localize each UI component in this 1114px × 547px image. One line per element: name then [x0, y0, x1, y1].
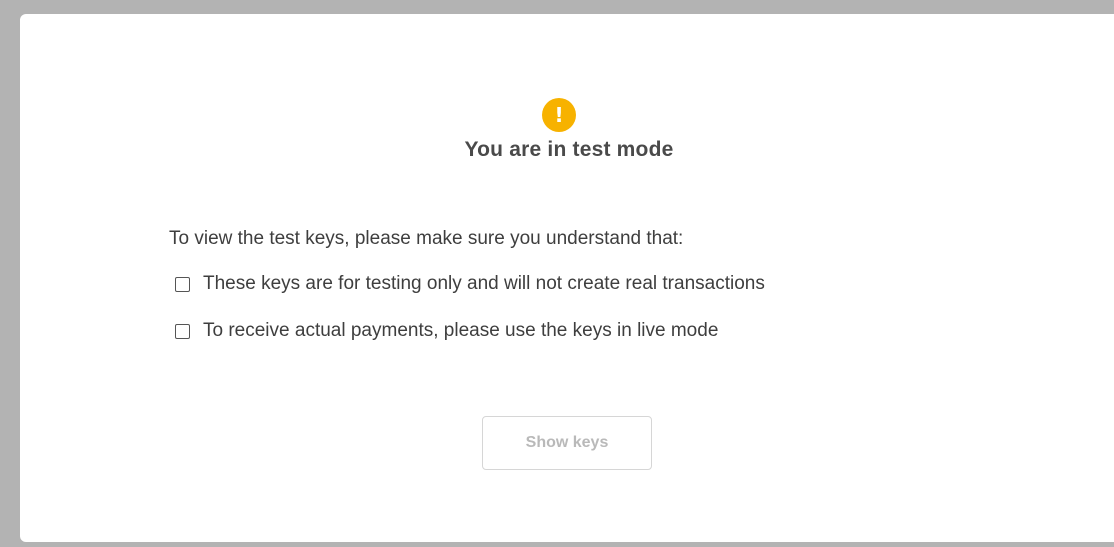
checkbox-row-live-mode[interactable]: To receive actual payments, please use t… [175, 318, 718, 344]
exclamation-glyph: ! [554, 103, 564, 127]
dialog-intro: To view the test keys, please make sure … [169, 228, 684, 249]
checkbox-row-testing-only[interactable]: These keys are for testing only and will… [175, 271, 765, 297]
checkbox-live-mode[interactable] [175, 323, 190, 339]
checkbox-label-live-mode[interactable]: To receive actual payments, please use t… [203, 318, 718, 344]
checkbox-testing-only[interactable] [175, 276, 190, 292]
exclamation-icon: ! [542, 98, 576, 132]
test-mode-dialog: ! You are in test mode To view the test … [20, 14, 1114, 542]
dialog-title: You are in test mode [464, 138, 674, 161]
checkbox-label-testing-only[interactable]: These keys are for testing only and will… [203, 271, 765, 297]
show-keys-button[interactable]: Show keys [482, 416, 652, 470]
